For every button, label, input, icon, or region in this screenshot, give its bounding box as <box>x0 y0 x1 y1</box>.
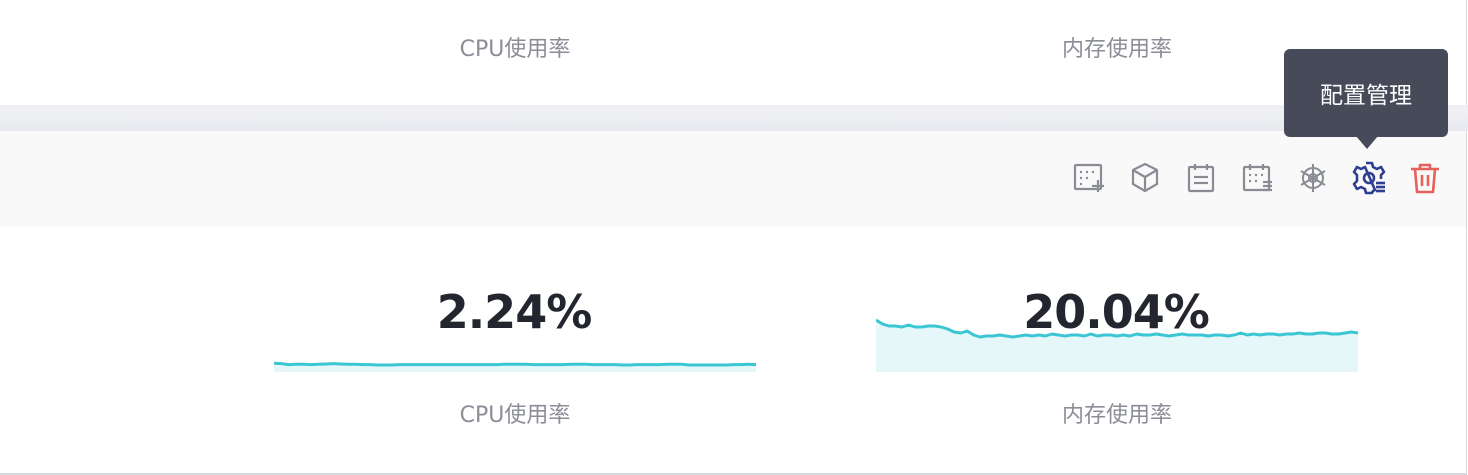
config-tooltip: 配置管理 <box>1284 49 1448 137</box>
calendar-list-button[interactable] <box>1237 158 1277 198</box>
memory-usage-value: 20.04% <box>1023 285 1210 339</box>
tooltip-text: 配置管理 <box>1320 83 1412 109</box>
notepad-button[interactable] <box>1181 158 1221 198</box>
helm-button[interactable] <box>1293 158 1333 198</box>
memory-usage-label-top: 内存使用率 <box>1061 37 1172 62</box>
add-grid-icon <box>1073 163 1104 192</box>
cpu-usage-label-top: CPU使用率 <box>459 37 571 62</box>
notepad-icon <box>1187 164 1215 193</box>
cpu-usage-label: CPU使用率 <box>459 403 571 428</box>
cpu-sparkline-line <box>274 361 756 367</box>
tooltip-arrow <box>1356 136 1378 149</box>
config-management-button[interactable] <box>1349 158 1389 198</box>
section-divider <box>0 105 1468 131</box>
helm-icon <box>1300 164 1326 192</box>
gear-settings-icon <box>1352 161 1386 195</box>
add-grid-button[interactable] <box>1069 158 1109 198</box>
trash-icon <box>1411 163 1439 194</box>
memory-usage-label: 内存使用率 <box>1061 403 1172 428</box>
cube-icon <box>1131 162 1159 193</box>
calendar-list-icon <box>1242 164 1272 192</box>
cpu-usage-value: 2.24% <box>436 285 593 339</box>
top-metrics-card: CPU使用率 内存使用率 <box>0 0 1467 105</box>
cube-button[interactable] <box>1125 158 1165 198</box>
delete-button[interactable] <box>1405 158 1445 198</box>
